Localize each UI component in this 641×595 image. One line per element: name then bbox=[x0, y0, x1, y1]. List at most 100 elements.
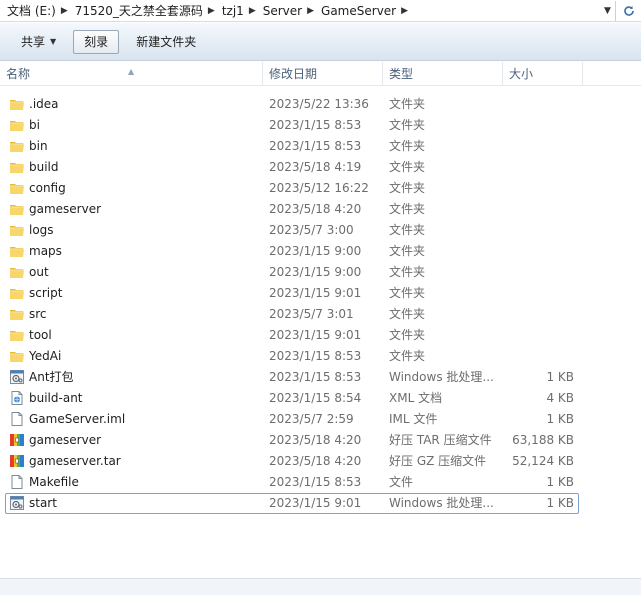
file-name[interactable]: script bbox=[29, 283, 62, 304]
breadcrumb-item[interactable]: tzj1 bbox=[219, 1, 247, 21]
file-size bbox=[505, 115, 574, 136]
folder-icon bbox=[9, 201, 25, 217]
breadcrumb-separator-icon[interactable]: ▶ bbox=[206, 6, 219, 16]
file-type: 文件夹 bbox=[389, 160, 426, 174]
file-type: 好压 GZ 压缩文件 bbox=[389, 454, 487, 468]
file-row[interactable]: bin 2023/1/15 8:53 文件夹 bbox=[0, 136, 641, 157]
file-type: 文件夹 bbox=[389, 118, 426, 132]
file-name[interactable]: gameserver.tar bbox=[29, 451, 121, 472]
folder-icon bbox=[9, 285, 25, 301]
file-name[interactable]: .idea bbox=[29, 94, 59, 115]
archive-icon bbox=[9, 432, 25, 448]
file-row[interactable]: logs 2023/5/7 3:00 文件夹 bbox=[0, 220, 641, 241]
file-name[interactable]: out bbox=[29, 262, 49, 283]
sort-ascending-icon: ▲ bbox=[128, 67, 135, 76]
file-size bbox=[505, 283, 574, 304]
file-row[interactable]: config 2023/5/12 16:22 文件夹 bbox=[0, 178, 641, 199]
file-row[interactable]: gameserver 2023/5/18 4:20 好压 TAR 压缩文件 63,18… bbox=[0, 430, 641, 451]
refresh-button[interactable] bbox=[615, 0, 641, 21]
file-type: Windows 批处理... bbox=[389, 496, 494, 510]
file-row[interactable]: start 2023/1/15 9:01 Windows 批处理... 1 KB bbox=[0, 493, 641, 514]
file-size bbox=[505, 136, 574, 157]
file-name[interactable]: config bbox=[29, 178, 66, 199]
file-name[interactable]: src bbox=[29, 304, 47, 325]
breadcrumb-item[interactable]: 71520_天之禁全套源码 bbox=[72, 1, 206, 21]
file-modified-date: 2023/1/15 8:53 bbox=[269, 349, 362, 363]
file-row[interactable]: GameServer.iml 2023/5/7 2:59 IML 文件 1 KB bbox=[0, 409, 641, 430]
file-name[interactable]: Ant打包 bbox=[29, 367, 74, 388]
file-modified-date: 2023/5/18 4:20 bbox=[269, 202, 362, 216]
file-row[interactable]: YedAi 2023/1/15 8:53 文件夹 bbox=[0, 346, 641, 367]
column-header-name[interactable]: 名称 ▲ bbox=[0, 62, 263, 86]
column-header-size-label: 大小 bbox=[509, 67, 534, 81]
breadcrumb-separator-icon[interactable]: ▶ bbox=[59, 6, 72, 16]
file-row[interactable]: .idea 2023/5/22 13:36 文件夹 bbox=[0, 94, 641, 115]
file-name[interactable]: bi bbox=[29, 115, 40, 136]
file-name[interactable]: tool bbox=[29, 325, 52, 346]
file-row[interactable]: Makefile 2023/1/15 8:53 文件 1 KB bbox=[0, 472, 641, 493]
folder-icon bbox=[9, 117, 25, 133]
file-name[interactable]: build bbox=[29, 157, 59, 178]
file-size bbox=[505, 157, 574, 178]
file-modified-date: 2023/5/7 2:59 bbox=[269, 412, 354, 426]
file-row[interactable]: script 2023/1/15 9:01 文件夹 bbox=[0, 283, 641, 304]
file-name[interactable]: gameserver bbox=[29, 430, 101, 451]
file-modified-date: 2023/1/15 8:53 bbox=[269, 118, 362, 132]
file-name[interactable]: gameserver bbox=[29, 199, 101, 220]
file-name[interactable]: bin bbox=[29, 136, 48, 157]
file-modified-date: 2023/1/15 8:53 bbox=[269, 139, 362, 153]
breadcrumb: 文档 (E:) ▶ 71520_天之禁全套源码 ▶ tzj1 ▶ Server … bbox=[0, 0, 599, 22]
file-name[interactable]: start bbox=[29, 493, 57, 514]
file-row[interactable]: src 2023/5/7 3:01 文件夹 bbox=[0, 304, 641, 325]
file-type: 文件夹 bbox=[389, 223, 426, 237]
file-row[interactable]: gameserver.tar 2023/5/18 4:20 好压 GZ 压缩文件 52… bbox=[0, 451, 641, 472]
folder-icon bbox=[9, 327, 25, 343]
file-size bbox=[505, 262, 574, 283]
breadcrumb-separator-icon[interactable]: ▶ bbox=[247, 6, 260, 16]
burn-button[interactable]: 刻录 bbox=[73, 29, 120, 54]
file-modified-date: 2023/1/15 9:00 bbox=[269, 265, 362, 279]
column-header-date[interactable]: 修改日期 bbox=[263, 62, 383, 86]
breadcrumb-separator-icon[interactable]: ▶ bbox=[305, 6, 318, 16]
file-row[interactable]: build 2023/5/18 4:19 文件夹 bbox=[0, 157, 641, 178]
file-name[interactable]: GameServer.iml bbox=[29, 409, 125, 430]
folder-icon bbox=[9, 222, 25, 238]
file-modified-date: 2023/5/18 4:19 bbox=[269, 160, 362, 174]
column-header-date-label: 修改日期 bbox=[269, 67, 318, 81]
command-bar: 共享 ▼ 刻录 新建文件夹 bbox=[0, 23, 641, 61]
file-modified-date: 2023/1/15 9:01 bbox=[269, 496, 362, 510]
file-size: 1 KB bbox=[546, 496, 574, 510]
breadcrumb-item[interactable]: GameServer bbox=[318, 1, 399, 21]
chevron-down-icon: ▼ bbox=[50, 37, 57, 46]
file-type: IML 文件 bbox=[389, 412, 438, 426]
column-header-type-label: 类型 bbox=[389, 67, 414, 81]
new-folder-button[interactable]: 新建文件夹 bbox=[125, 30, 207, 54]
file-row[interactable]: Ant打包 2023/1/15 8:53 Windows 批处理... 1 KB bbox=[0, 367, 641, 388]
breadcrumb-item[interactable]: 文档 (E:) bbox=[4, 1, 59, 21]
file-type: 文件夹 bbox=[389, 97, 426, 111]
breadcrumb-item[interactable]: Server bbox=[260, 1, 305, 21]
file-row[interactable]: bi 2023/1/15 8:53 文件夹 bbox=[0, 115, 641, 136]
file-size bbox=[505, 199, 574, 220]
column-header-type[interactable]: 类型 bbox=[383, 62, 503, 86]
file-row[interactable]: tool 2023/1/15 9:01 文件夹 bbox=[0, 325, 641, 346]
file-row[interactable]: out 2023/1/15 9:00 文件夹 bbox=[0, 262, 641, 283]
file-name[interactable]: build-ant bbox=[29, 388, 83, 409]
file-name[interactable]: maps bbox=[29, 241, 62, 262]
file-name[interactable]: logs bbox=[29, 220, 54, 241]
file-name[interactable]: Makefile bbox=[29, 472, 79, 493]
address-bar[interactable]: 文档 (E:) ▶ 71520_天之禁全套源码 ▶ tzj1 ▶ Server … bbox=[0, 0, 641, 22]
share-button[interactable]: 共享 ▼ bbox=[10, 30, 67, 54]
breadcrumb-separator-icon[interactable]: ▶ bbox=[399, 6, 412, 16]
file-type: 文件夹 bbox=[389, 328, 426, 342]
file-row[interactable]: gameserver 2023/5/18 4:20 文件夹 bbox=[0, 199, 641, 220]
column-header-size[interactable]: 大小 bbox=[503, 62, 583, 86]
file-name[interactable]: YedAi bbox=[29, 346, 61, 367]
file-row[interactable]: maps 2023/1/15 9:00 文件夹 bbox=[0, 241, 641, 262]
file-icon bbox=[9, 411, 25, 427]
address-history-dropdown[interactable]: ▼ bbox=[599, 1, 615, 21]
file-row[interactable]: build-ant 2023/1/15 8:54 XML 文档 4 KB bbox=[0, 388, 641, 409]
file-modified-date: 2023/1/15 9:01 bbox=[269, 328, 362, 342]
batch-file-icon bbox=[9, 495, 25, 511]
file-type: 文件夹 bbox=[389, 244, 426, 258]
